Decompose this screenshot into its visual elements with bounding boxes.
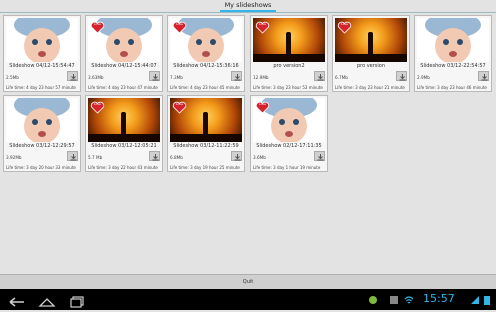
- notification-icon: [390, 296, 398, 304]
- slideshow-name: Slideshow 03/12-22:54:57: [420, 63, 486, 69]
- slideshow-name: Slideshow 02/12-17:11:35: [256, 143, 322, 149]
- back-button[interactable]: [8, 293, 26, 307]
- slideshow-size: 6.7Mb: [335, 75, 348, 80]
- heart-badge-icon: Love: [337, 19, 352, 34]
- slideshow-name: Slideshow 03/12-12:05:21: [91, 143, 157, 149]
- back-icon: [9, 297, 24, 307]
- slideshow-size: 7.3Mb: [170, 75, 183, 80]
- slideshow-card[interactable]: Love pro version2 12.9Mb Life time: 3 day 2…: [250, 15, 328, 92]
- slideshow-card[interactable]: Slideshow 03/12-12:29:57 3.92Mb Life time:…: [3, 95, 81, 172]
- heart-badge-icon: Love: [255, 99, 270, 114]
- slideshow-name: pro version: [356, 63, 386, 69]
- slideshow-name: pro version2: [273, 63, 305, 69]
- slideshow-size: 6.8Mb: [170, 155, 183, 160]
- slideshow-lifetime: Life time: 4 day 23 hour 57 minute: [6, 85, 76, 90]
- title-bar: My slideshows: [0, 0, 496, 13]
- slideshow-card[interactable]: Love pro version 6.7Mb Life time: 3 day 23 …: [332, 15, 410, 92]
- download-button[interactable]: [231, 71, 242, 81]
- slideshow-lifetime: Life time: 4 day 23 hour 45 minute: [170, 85, 240, 90]
- download-button[interactable]: [149, 151, 160, 161]
- download-icon: [152, 74, 159, 81]
- signal-icon: [471, 296, 479, 304]
- slideshow-lifetime: Life time: 3 day 23 hour 21 minute: [335, 85, 405, 90]
- home-icon: [38, 298, 56, 307]
- system-nav-bar: 15:57: [0, 289, 496, 310]
- slideshow-size: 3.6Mb: [253, 155, 266, 160]
- baby-photo: [6, 18, 78, 62]
- slideshow-size: 2.9Mb: [417, 75, 430, 80]
- android-icon: [369, 296, 377, 304]
- slideshow-name: Slideshow 03/12-12:29:57: [9, 143, 75, 149]
- home-button[interactable]: [38, 293, 56, 307]
- slideshow-thumbnail[interactable]: Love: [88, 18, 160, 62]
- battery-icon: [484, 296, 490, 305]
- slideshow-size: 3.63Mb: [88, 75, 104, 80]
- heart-badge-icon: Love: [255, 19, 270, 34]
- quit-button[interactable]: Quit: [0, 275, 496, 289]
- slideshow-name: Slideshow 04/12-15:54:47: [9, 63, 75, 69]
- slideshow-lifetime: Life time: 3 day 23 hour 46 minute: [417, 85, 487, 90]
- slideshow-thumbnail[interactable]: [6, 98, 78, 142]
- slideshow-name: Slideshow 04/12-15:44:07: [91, 63, 157, 69]
- download-icon: [399, 74, 406, 81]
- baby-photo: [417, 18, 489, 62]
- download-icon: [70, 154, 77, 161]
- slideshow-size: 5.7 Mb: [88, 155, 103, 160]
- download-icon: [317, 154, 324, 161]
- heart-badge-icon: Love: [90, 99, 105, 114]
- download-button[interactable]: [231, 151, 242, 161]
- slideshow-thumbnail[interactable]: [6, 18, 78, 62]
- download-button[interactable]: [67, 151, 78, 161]
- slideshow-thumbnail[interactable]: Love: [170, 98, 242, 142]
- slideshow-card[interactable]: Love Slideshow 04/12-15:44:07 3.63Mb Life t…: [85, 15, 163, 92]
- slideshow-lifetime: Life time: 3 day 20 hour 33 minute: [6, 165, 76, 170]
- download-button[interactable]: [314, 71, 325, 81]
- baby-photo: [6, 98, 78, 142]
- wifi-icon: [404, 296, 414, 304]
- slideshow-lifetime: Life time: 3 day 22 hour 43 minute: [88, 165, 158, 170]
- slideshow-card[interactable]: Love Slideshow 02/12-17:11:35 3.6Mb Life ti…: [250, 95, 328, 172]
- heart-badge-icon: Love: [172, 19, 187, 34]
- download-icon: [234, 154, 241, 161]
- heart-badge-icon: Love: [172, 99, 187, 114]
- slideshow-lifetime: Life time: 4 day 23 hour 47 minute: [88, 85, 158, 90]
- slideshow-card[interactable]: Love Slideshow 03/12-12:05:21 5.7 Mb Life t…: [85, 95, 163, 172]
- download-button[interactable]: [314, 151, 325, 161]
- recent-apps-icon: [70, 296, 84, 308]
- download-button[interactable]: [478, 71, 489, 81]
- slideshow-thumbnail[interactable]: Love: [335, 18, 407, 62]
- download-button[interactable]: [67, 71, 78, 81]
- download-icon: [152, 154, 159, 161]
- download-icon: [70, 74, 77, 81]
- recent-apps-button[interactable]: [68, 293, 86, 308]
- slideshow-lifetime: Life time: 3 day 23 hour 53 minute: [253, 85, 323, 90]
- page-title: My slideshows: [224, 1, 272, 9]
- slideshow-size: 12.9Mb: [253, 75, 269, 80]
- slideshow-card[interactable]: Slideshow 04/12-15:54:47 2.5Mb Life time: …: [3, 15, 81, 92]
- slideshow-card[interactable]: Love Slideshow 03/12-11:22:59 6.8Mb Life ti…: [167, 95, 245, 172]
- download-icon: [234, 74, 241, 81]
- header-divider: [0, 12, 496, 13]
- slideshow-thumbnail[interactable]: [417, 18, 489, 62]
- slideshow-size: 3.92Mb: [6, 155, 22, 160]
- slideshow-name: Slideshow 04/12-15:36:16: [173, 63, 239, 69]
- slideshow-size: 2.5Mb: [6, 75, 19, 80]
- slideshow-name: Slideshow 03/12-11:22:59: [173, 143, 239, 149]
- slideshow-card[interactable]: Love Slideshow 04/12-15:36:16 7.3Mb Life ti…: [167, 15, 245, 92]
- clock: 15:57: [423, 292, 455, 305]
- slideshow-card[interactable]: Slideshow 03/12-22:54:57 2.9Mb Life time: …: [414, 15, 492, 92]
- bottom-bar: Quit: [0, 274, 496, 289]
- download-icon: [481, 74, 488, 81]
- slideshow-lifetime: Life time: 3 day 1 hour 19 minute: [253, 165, 321, 170]
- download-icon: [317, 74, 324, 81]
- slideshow-thumbnail[interactable]: Love: [88, 98, 160, 142]
- slideshow-thumbnail[interactable]: Love: [253, 18, 325, 62]
- download-button[interactable]: [396, 71, 407, 81]
- slideshow-thumbnail[interactable]: Love: [253, 98, 325, 142]
- slideshow-lifetime: Life time: 3 day 19 hour 25 minute: [170, 165, 240, 170]
- slideshow-thumbnail[interactable]: Love: [170, 18, 242, 62]
- download-button[interactable]: [149, 71, 160, 81]
- heart-badge-icon: Love: [90, 19, 105, 34]
